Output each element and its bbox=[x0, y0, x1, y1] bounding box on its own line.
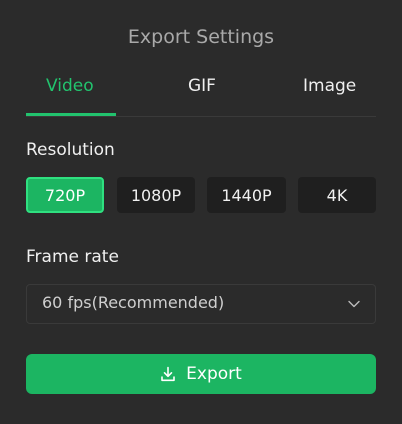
download-icon bbox=[161, 366, 175, 382]
resolution-label: Resolution bbox=[26, 140, 115, 160]
active-tab-indicator bbox=[26, 113, 116, 116]
resolution-1440p-button[interactable]: 1440P bbox=[207, 177, 286, 213]
resolution-4k-button[interactable]: 4K bbox=[298, 177, 376, 213]
export-button[interactable]: Export bbox=[26, 354, 376, 394]
export-button-label: Export bbox=[186, 364, 242, 384]
export-settings-dialog: Export Settings Video GIF Image Resoluti… bbox=[0, 0, 402, 424]
tab-gif[interactable]: GIF bbox=[188, 76, 216, 96]
tab-image[interactable]: Image bbox=[303, 76, 356, 96]
tab-bar: Video GIF Image bbox=[26, 70, 376, 117]
dialog-title: Export Settings bbox=[127, 26, 275, 48]
chevron-down-icon bbox=[348, 300, 360, 308]
tab-video[interactable]: Video bbox=[46, 76, 94, 96]
resolution-720p-button[interactable]: 720P bbox=[26, 177, 104, 213]
frame-rate-label: Frame rate bbox=[26, 247, 119, 267]
frame-rate-select[interactable]: 60 fps(Recommended) bbox=[26, 284, 376, 324]
frame-rate-value: 60 fps(Recommended) bbox=[42, 293, 225, 312]
resolution-1080p-button[interactable]: 1080P bbox=[117, 177, 195, 213]
